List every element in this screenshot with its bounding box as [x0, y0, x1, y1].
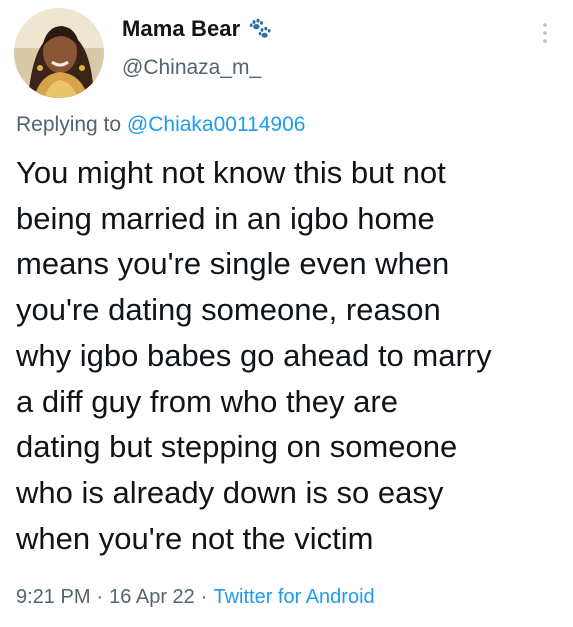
tweet-meta: 9:21 PM · 16 Apr 22 · Twitter for Androi… — [16, 586, 375, 609]
replying-to-label: Replying to — [16, 113, 122, 136]
more-options-icon[interactable] — [541, 22, 549, 44]
meta-separator-2: · — [200, 586, 208, 608]
tweet-card: Mama Bear @Chinaza_m_ Replying to @Chiak… — [0, 0, 573, 627]
tweet-time[interactable]: 9:21 PM — [16, 586, 90, 609]
tweet-date[interactable]: 16 Apr 22 — [109, 586, 195, 609]
replying-to-line: Replying to @Chiaka00114906 — [16, 113, 305, 137]
author-name-row[interactable]: Mama Bear — [122, 16, 274, 42]
avatar[interactable] — [14, 8, 104, 98]
tweet-text: You might not know this but not being ma… — [16, 155, 492, 556]
reply-target-link[interactable]: @Chiaka00114906 — [127, 113, 306, 136]
avatar-image — [14, 8, 104, 98]
paw-prints-icon — [246, 17, 274, 41]
tweet-source-link[interactable]: Twitter for Android — [213, 586, 374, 609]
author-handle[interactable]: @Chinaza_m_ — [122, 56, 261, 80]
display-name[interactable]: Mama Bear — [122, 16, 240, 42]
meta-separator: · — [96, 586, 104, 608]
